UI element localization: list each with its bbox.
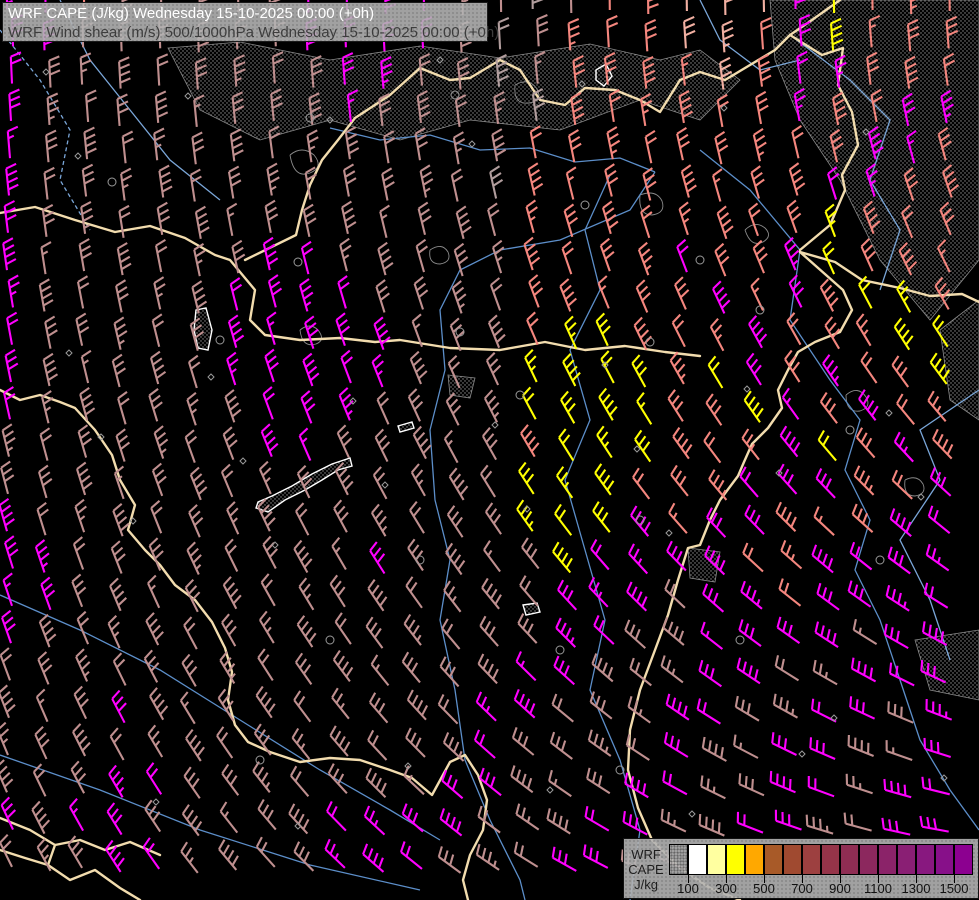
legend-tick-label: 700	[791, 881, 813, 896]
legend-model-label: WRF	[631, 847, 661, 862]
legend-tick-label: 900	[829, 881, 851, 896]
legend-tick-label: 500	[753, 881, 775, 896]
legend-cell	[859, 844, 878, 875]
legend-cell	[954, 844, 973, 875]
title-shear-line: WRF Wind shear (m/s) 500/1000hPa Wednesd…	[8, 24, 500, 41]
legend-cell	[840, 844, 859, 875]
legend-cell	[802, 844, 821, 875]
legend-cell	[878, 844, 897, 875]
cape-legend: WRF CAPE J/kg 100 300 500 700 900 1100 1300 150…	[623, 838, 979, 899]
legend-cell	[688, 844, 707, 875]
legend-cell	[897, 844, 916, 875]
legend-tick-label: 1300	[901, 881, 931, 896]
legend-tick-label: 1100	[864, 881, 892, 896]
legend-cell	[935, 844, 954, 875]
legend-cell	[669, 844, 688, 875]
legend-cell	[726, 844, 745, 875]
map-title-box: WRF CAPE (J/kg) Wednesday 15-10-2025 00:…	[2, 2, 500, 42]
legend-tick-label: 1500	[939, 881, 969, 896]
title-cape-line: WRF CAPE (J/kg) Wednesday 15-10-2025 00:…	[8, 5, 375, 22]
legend-cell	[707, 844, 726, 875]
legend-labels: WRF CAPE J/kg	[624, 839, 668, 898]
legend-unit-label: J/kg	[634, 877, 658, 892]
weather-map-stage: WRF CAPE (J/kg) Wednesday 15-10-2025 00:…	[0, 0, 979, 900]
legend-tick-label: 300	[715, 881, 737, 896]
legend-cell	[783, 844, 802, 875]
legend-cell	[916, 844, 935, 875]
legend-field-label: CAPE	[628, 862, 664, 877]
legend-cell	[821, 844, 840, 875]
legend-cell	[764, 844, 783, 875]
legend-tick-label: 100	[677, 881, 699, 896]
map-canvas	[0, 0, 979, 900]
legend-cell	[745, 844, 764, 875]
